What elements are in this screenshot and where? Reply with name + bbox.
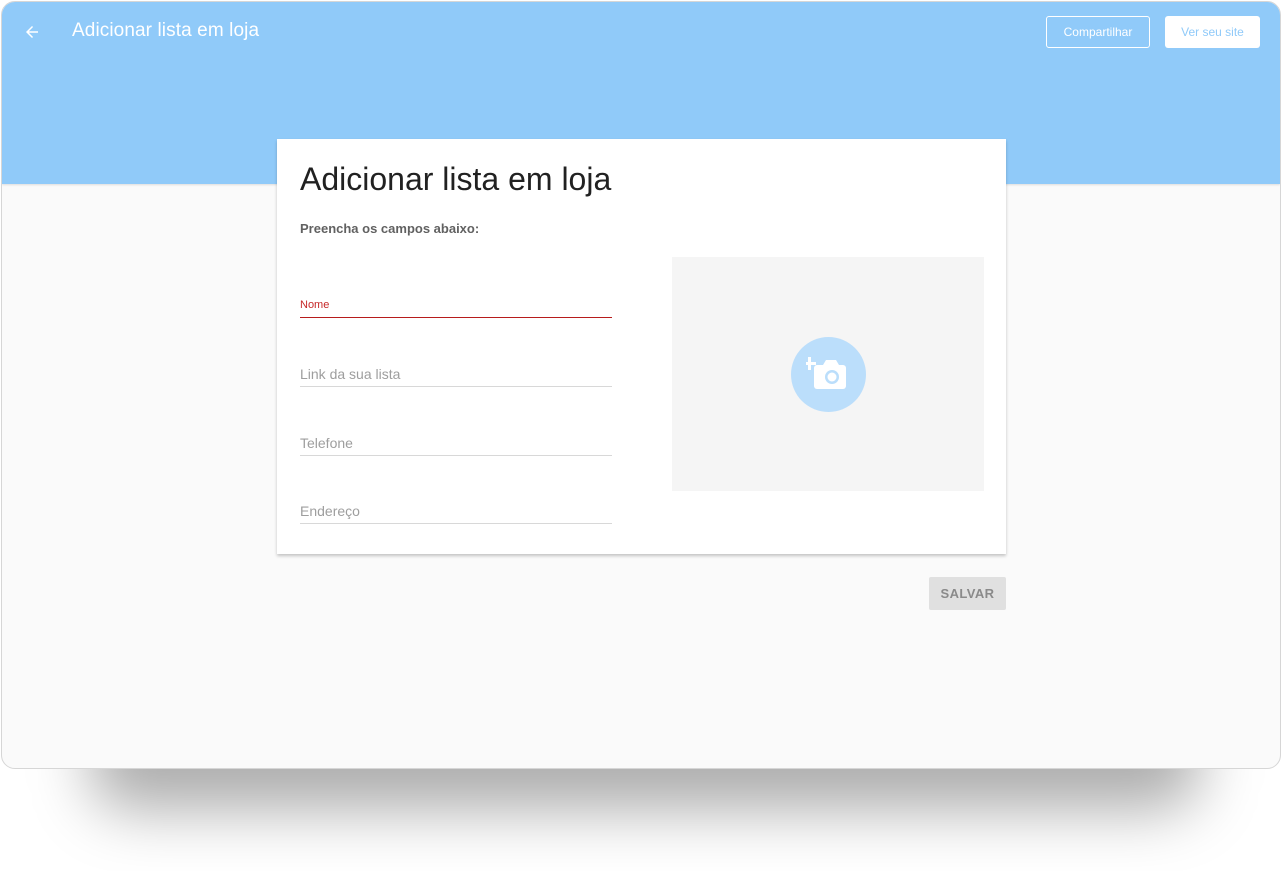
list-link-field[interactable]: Link da sua lista <box>300 357 612 387</box>
name-input[interactable] <box>300 288 612 317</box>
back-button[interactable] <box>18 18 46 46</box>
phone-input[interactable] <box>300 426 612 455</box>
stage: Adicionar lista em loja Compartilhar Ver… <box>0 0 1282 871</box>
list-link-input[interactable] <box>300 357 612 386</box>
add-photo-icon <box>806 357 846 389</box>
header-title: Adicionar lista em loja <box>72 20 260 41</box>
image-upload-area[interactable] <box>672 257 984 491</box>
phone-field[interactable]: Telefone <box>300 426 612 456</box>
view-site-button[interactable]: Ver seu site <box>1165 16 1260 48</box>
save-button[interactable]: SALVAR <box>929 577 1006 610</box>
arrow-back-icon <box>26 26 38 38</box>
form-card: Adicionar lista em loja Preencha os camp… <box>277 139 1006 554</box>
name-field[interactable]: Nome <box>300 288 612 318</box>
card-subtitle: Preencha os campos abaixo: <box>300 221 480 236</box>
share-button[interactable]: Compartilhar <box>1046 16 1150 48</box>
address-input[interactable] <box>300 494 612 523</box>
app-window: Adicionar lista em loja Compartilhar Ver… <box>1 1 1281 769</box>
card-title: Adicionar lista em loja <box>300 161 612 197</box>
camera-circle <box>790 336 866 412</box>
address-field[interactable]: Endereço <box>300 494 612 524</box>
